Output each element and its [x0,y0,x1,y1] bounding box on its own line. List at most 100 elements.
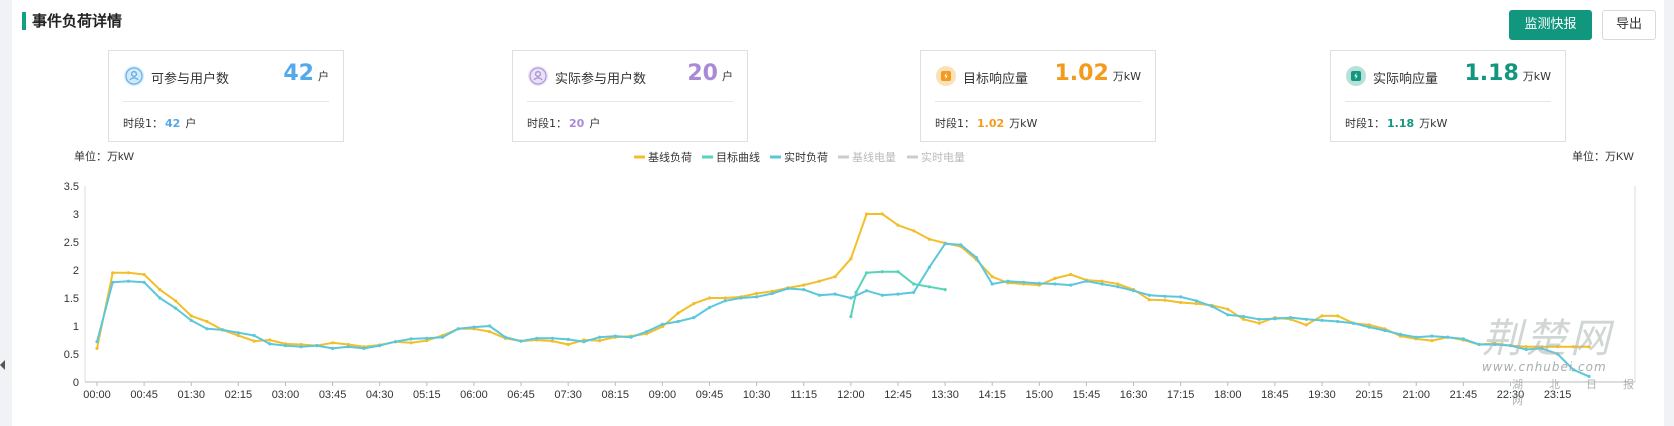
collapse-arrow-icon[interactable] [0,360,5,370]
data-point [598,335,602,339]
data-point [1446,335,1450,339]
data-point [739,296,743,300]
data-point [126,279,130,283]
data-point [1006,279,1010,283]
card-sub-unit: 万kW [1419,117,1448,130]
x-tick-label: 06:45 [507,389,535,401]
data-point [692,302,696,306]
card-sub-value: 1.18 [1387,117,1415,130]
data-point [802,283,806,287]
y-tick-label: 2.5 [64,237,79,249]
card-label: 实际响应量 [1373,72,1439,87]
data-point [802,288,806,292]
data-point [817,279,822,283]
data-point [598,339,602,343]
energy-icon [935,65,957,87]
data-point [409,341,413,345]
x-tick-label: 00:00 [83,389,111,401]
data-point [142,280,146,284]
data-point [221,328,225,332]
data-point [95,346,99,350]
data-point [1194,302,1198,306]
data-point [1116,285,1120,289]
data-point [236,331,240,335]
page-title: 事件负荷详情 [32,12,123,30]
card-divider [935,101,1141,102]
data-point [362,346,366,350]
data-point [535,336,539,340]
data-point [707,296,712,300]
export-button[interactable]: 导出 [1602,10,1656,40]
x-tick-label: 18:00 [1214,389,1242,401]
card-divider [123,101,329,102]
data-point [1037,281,1041,285]
data-point [331,341,335,345]
data-point [1179,295,1183,299]
data-point [1383,328,1387,333]
legend-label: 实时电量 [921,150,965,164]
card-label: 实际参与用户数 [555,72,647,87]
card-label: 目标响应量 [963,72,1029,87]
data-point [1163,298,1167,302]
card-value: 1.18 万kW [1464,61,1551,86]
card-value-unit: 户 [722,70,733,83]
data-point [990,282,994,286]
data-point [723,299,727,303]
data-point [378,344,382,348]
data-point [833,275,837,279]
data-point [817,293,822,297]
data-point [1163,294,1167,298]
legend-label: 目标曲线 [716,150,760,164]
data-point [912,282,916,286]
card-value-number: 20 [687,61,718,86]
data-point [1289,316,1293,320]
y-tick-label: 3 [73,209,79,221]
x-tick-label: 12:45 [884,389,912,401]
data-point [1147,298,1151,302]
data-point [488,330,492,334]
data-point [1320,318,1324,322]
x-tick-label: 14:15 [978,389,1006,401]
card-sub-label: 时段1： [527,117,567,130]
card-sub-row: 时段1： 20 户 [527,115,600,131]
data-point [111,280,115,284]
data-point [927,265,932,269]
watermark-logo: 荆楚网 www.cnhubei.com 湖北日报网 [1482,316,1660,407]
data-point [865,271,869,275]
legend-label: 基线负荷 [648,150,692,164]
x-tick-label: 04:30 [366,389,394,401]
data-point [252,333,256,338]
x-tick-label: 05:15 [413,389,441,401]
data-point [173,299,178,303]
stat-card-4: 实际响应量 1.18 万kW 时段1： 1.18 万kW [1330,50,1566,142]
data-point [205,327,209,331]
data-point [268,342,272,346]
data-point [849,257,853,261]
data-point [1273,317,1277,321]
x-tick-label: 06:00 [460,389,488,401]
data-point [189,318,193,322]
card-divider [527,101,733,102]
data-point [158,288,162,292]
data-point [1116,282,1120,286]
data-point [880,270,884,274]
data-point [1084,279,1088,283]
data-point [896,292,900,296]
monitor-report-button[interactable]: 监测快报 [1509,10,1592,40]
data-point [346,345,350,349]
card-value-unit: 户 [318,70,329,83]
card-value: 42 户 [283,61,329,86]
y-tick-label: 2 [73,265,79,277]
data-point [1430,334,1434,338]
x-tick-label: 01:30 [177,389,205,401]
data-point [1336,314,1340,318]
x-tick-label: 09:00 [649,389,677,401]
data-point [755,291,759,296]
data-point [959,243,963,247]
card-sub-value: 42 [165,117,181,130]
data-point [1100,282,1104,286]
data-point [1398,332,1403,336]
x-tick-label: 02:15 [225,389,253,401]
data-point [1304,323,1308,327]
x-tick-label: 18:45 [1261,389,1289,401]
